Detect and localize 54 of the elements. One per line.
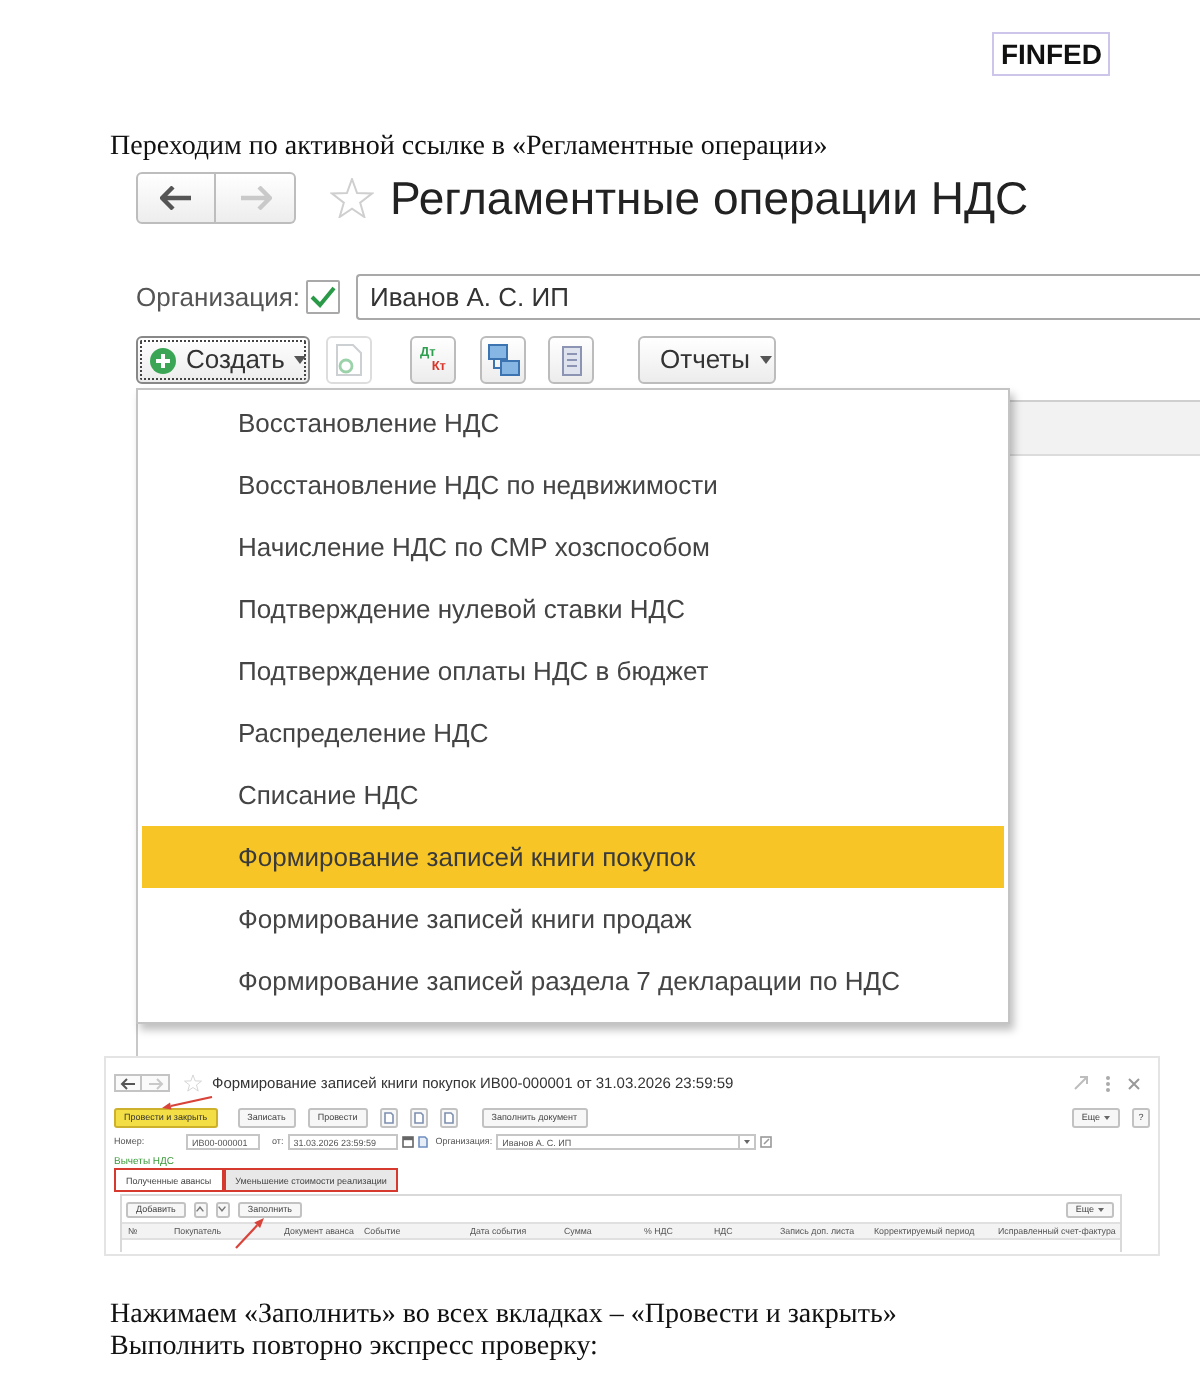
instruction-text: Выполнить повторно экспресс проверку:	[110, 1332, 598, 1364]
document-icon	[443, 1112, 454, 1124]
field-label: Организация:	[136, 279, 303, 316]
caret-icon	[1104, 1116, 1110, 1120]
calendar-icon	[401, 1136, 414, 1148]
linked-blocks-icon	[487, 344, 519, 376]
list-button[interactable]	[548, 336, 594, 384]
back-button[interactable]	[136, 172, 216, 224]
logo: FINFED	[992, 32, 1110, 76]
document-icon	[336, 344, 362, 376]
menu-item[interactable]: Подтверждение нулевой ставки НДС	[142, 578, 1004, 640]
dropdown-button[interactable]	[740, 1134, 757, 1150]
close-icon	[1128, 1077, 1140, 1089]
page-title: Регламентные операции НДС	[390, 172, 1029, 224]
document-icon	[383, 1112, 394, 1124]
reports-button[interactable]: Отчеты	[638, 336, 776, 384]
move-down-button[interactable]	[215, 1201, 230, 1217]
star-icon[interactable]	[184, 1074, 202, 1092]
instruction-text: Нажимаем «Заполнить» во всех вкладках – «Провести и закрыть»	[110, 1300, 897, 1332]
organization-field[interactable]: Иванов А. С. ИП	[356, 274, 1200, 320]
caret-icon	[759, 356, 772, 364]
menu-item[interactable]: Формирование записей книги покупок	[142, 826, 1004, 888]
checkmark-icon	[310, 286, 336, 308]
create-button[interactable]: Создать	[136, 336, 310, 384]
open-icon	[760, 1136, 773, 1148]
menu-item[interactable]: Списание НДС	[142, 764, 1004, 826]
caret-icon	[1098, 1207, 1104, 1211]
star-icon[interactable]	[330, 178, 374, 218]
menu-item[interactable]: Формирование записей книги продаж	[142, 888, 1004, 950]
forward-arrow-icon	[147, 1077, 163, 1089]
caret-icon	[294, 356, 307, 364]
pointer-arrow	[160, 1096, 214, 1110]
list-icon	[561, 345, 581, 375]
pointer-arrow	[232, 1214, 268, 1252]
icon-button[interactable]	[409, 1108, 428, 1128]
menu-item[interactable]: Формирование записей раздела 7 декларации по НДС	[142, 950, 1004, 1012]
icon-button[interactable]	[379, 1108, 398, 1128]
menu-item[interactable]: Восстановление НДС	[142, 392, 1004, 454]
instruction-text: Переходим по активной ссылке в «Регламентные операции»	[110, 132, 828, 164]
forward-arrow-icon	[239, 186, 271, 210]
caret-icon	[744, 1140, 751, 1144]
back-arrow-icon	[120, 1077, 136, 1089]
organization-checkbox[interactable]	[306, 280, 340, 314]
icon-button[interactable]	[439, 1108, 458, 1128]
menu-item[interactable]: Начисление НДС по СМР хозспособом	[142, 516, 1004, 578]
move-up-button[interactable]	[193, 1201, 208, 1217]
external-link-icon	[1074, 1076, 1088, 1090]
menu-item[interactable]: Подтверждение оплаты НДС в бюджет	[142, 640, 1004, 702]
back-arrow-icon	[160, 186, 192, 210]
menu-item[interactable]: Восстановление НДС по недвижимости	[142, 454, 1004, 516]
plus-icon	[150, 347, 176, 373]
menu-item[interactable]: Распределение НДС	[142, 702, 1004, 764]
structure-button[interactable]	[480, 336, 526, 384]
back-button[interactable]	[114, 1074, 142, 1092]
